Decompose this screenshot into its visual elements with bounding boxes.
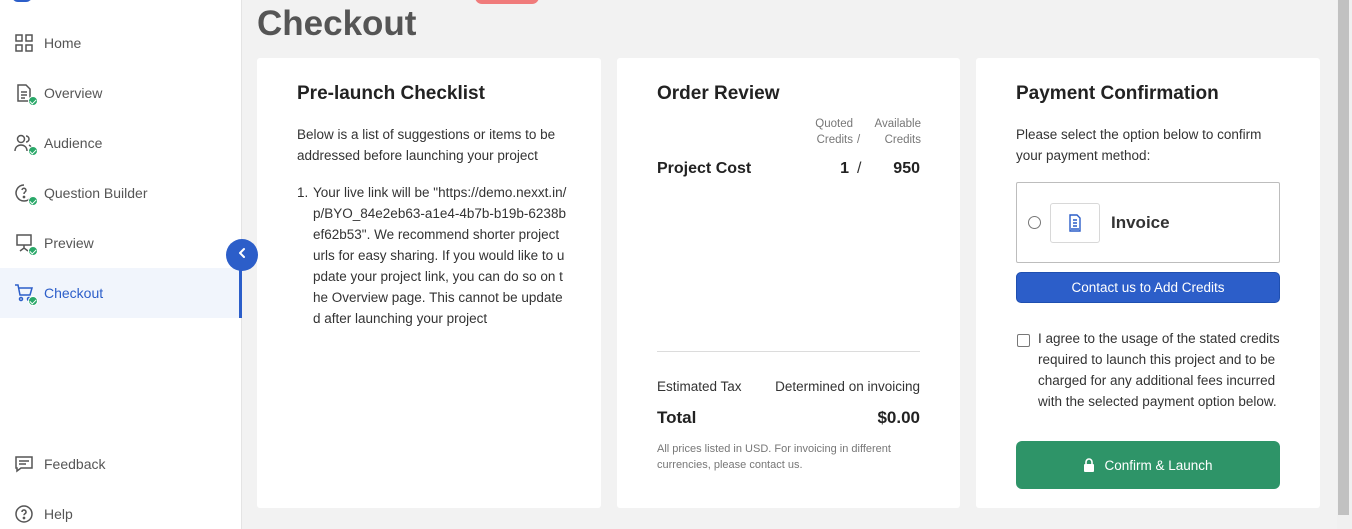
sidebar-item-feedback[interactable]: Feedback xyxy=(0,439,242,489)
checklist-item-text: Your live link will be "https://demo.nex… xyxy=(313,185,567,326)
grid-icon xyxy=(14,33,36,55)
header-line: Credits xyxy=(884,134,921,146)
payment-confirmation-card: Payment Confirmation Please select the o… xyxy=(976,58,1320,508)
check-icon xyxy=(28,96,38,106)
checklist-intro: Below is a list of suggestions or items … xyxy=(297,127,556,163)
estimated-tax-value: Determined on invoicing xyxy=(775,379,920,394)
card-title: Pre-launch Checklist xyxy=(297,83,485,104)
confirm-launch-button[interactable]: Confirm & Launch xyxy=(1016,441,1280,489)
check-icon xyxy=(28,246,38,256)
confirm-launch-label: Confirm & Launch xyxy=(1104,457,1213,473)
estimated-tax-label: Estimated Tax xyxy=(657,379,742,394)
check-icon xyxy=(28,196,38,206)
sidebar: Home Overview Audience Question Builder … xyxy=(0,0,242,529)
agree-checkbox[interactable] xyxy=(1017,334,1030,347)
invoice-icon xyxy=(1050,203,1100,243)
collapse-sidebar-button[interactable] xyxy=(226,239,258,271)
sidebar-item-checkout[interactable]: Checkout xyxy=(0,268,242,318)
project-cost-label: Project Cost xyxy=(657,160,752,177)
sidebar-item-label: Question Builder xyxy=(44,185,148,201)
cart-icon xyxy=(14,283,38,306)
available-credits-value: 950 xyxy=(893,160,920,177)
header-line: Available xyxy=(874,118,921,130)
contact-add-credits-button[interactable]: Contact us to Add Credits xyxy=(1016,272,1280,303)
checklist-item-number: 1. xyxy=(297,185,309,200)
status-badge xyxy=(475,0,539,4)
header-separator: / xyxy=(857,134,861,146)
total-label: Total xyxy=(657,408,697,427)
app-logo xyxy=(12,0,152,4)
quoted-credits-value: 1 xyxy=(840,160,849,177)
scrollbar[interactable] xyxy=(1337,0,1352,529)
card-title: Order Review xyxy=(657,83,780,104)
question-icon xyxy=(14,183,38,206)
sidebar-item-label: Home xyxy=(44,35,82,51)
sidebar-item-label: Overview xyxy=(44,85,103,101)
available-credits-header: Available Credits xyxy=(865,116,921,148)
sidebar-item-label: Help xyxy=(44,506,73,522)
card-title: Payment Confirmation xyxy=(1016,83,1219,104)
payment-intro: Please select the option below to confir… xyxy=(1016,127,1262,163)
invoice-label: Invoice xyxy=(1111,213,1170,232)
quoted-credits-header: Quoted Credits xyxy=(805,116,853,148)
lock-icon xyxy=(1083,458,1095,472)
scrollbar-thumb[interactable] xyxy=(1338,0,1349,515)
sidebar-item-audience[interactable]: Audience xyxy=(0,118,242,168)
checklist-item: 1. Your live link will be "https://demo.… xyxy=(297,182,569,329)
invoice-radio[interactable] xyxy=(1028,216,1041,229)
pricing-footnote: All prices listed in USD. For invoicing … xyxy=(657,443,891,471)
message-icon xyxy=(14,454,36,476)
chevron-left-icon xyxy=(236,246,248,264)
help-icon xyxy=(14,504,36,526)
divider xyxy=(657,351,920,352)
total-value: $0.00 xyxy=(877,408,920,427)
sidebar-item-label: Feedback xyxy=(44,456,106,472)
sidebar-item-label: Audience xyxy=(44,135,103,151)
sidebar-item-label: Checkout xyxy=(44,285,104,301)
sidebar-item-overview[interactable]: Overview xyxy=(0,68,242,118)
header-line: Credits xyxy=(816,134,853,146)
header-line: Quoted xyxy=(815,118,853,130)
agree-text: I agree to the usage of the stated credi… xyxy=(1038,331,1280,409)
prelaunch-checklist-card: Pre-launch Checklist Below is a list of … xyxy=(257,58,601,508)
sidebar-item-question-builder[interactable]: Question Builder xyxy=(0,168,242,218)
sidebar-item-home[interactable]: Home xyxy=(0,18,242,68)
sidebar-item-help[interactable]: Help xyxy=(0,489,242,529)
credits-separator: / xyxy=(857,160,862,177)
sidebar-item-label: Preview xyxy=(44,235,94,251)
check-icon xyxy=(28,296,38,306)
order-review-card: Order Review Quoted Credits / Available … xyxy=(617,58,960,508)
invoice-option[interactable]: Invoice xyxy=(1016,182,1280,263)
document-icon xyxy=(14,83,38,106)
users-icon xyxy=(14,133,38,156)
presentation-icon xyxy=(14,233,38,256)
check-icon xyxy=(28,146,38,156)
sidebar-item-preview[interactable]: Preview xyxy=(0,218,242,268)
page-title: Checkout xyxy=(257,4,417,43)
